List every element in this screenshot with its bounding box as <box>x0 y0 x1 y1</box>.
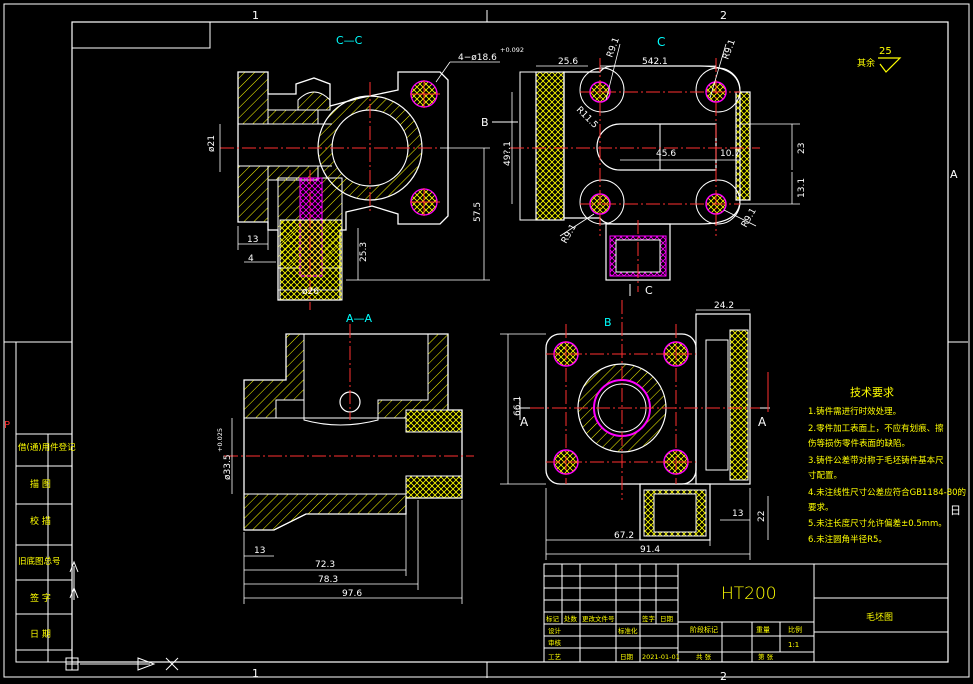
dim-c-r11-5: R11.5 <box>574 105 600 131</box>
section-view-cc: C—C ø21 13 4 ø26 25.3 57.5 4−ø18.6 +0.09… <box>207 34 524 310</box>
dim-aa-13: 13 <box>254 546 265 556</box>
dim-cc-13: 13 <box>247 235 258 245</box>
zone-label-bottom-1: 1 <box>252 667 259 680</box>
technical-requirements: 技术要求 1.铸件需进行时效处理。 2.零件加工表面上，不应有划痕、擦 伤等损伤… <box>808 386 966 545</box>
dim-aa-72-3: 72.3 <box>315 560 335 570</box>
title-row-label: 设计 <box>548 626 562 635</box>
title-date: 2021-01-01 <box>642 653 680 661</box>
tech-req-item: 1.铸件需进行时效处理。 <box>808 406 901 417</box>
title-sheet-total: 共 张 <box>696 652 712 661</box>
dim-b-67-2: 67.2 <box>614 531 634 541</box>
section-view-aa: A—A ø33.5 +0.025 13 72.3 78.3 97.6 <box>216 312 474 604</box>
title-stage-label: 比例 <box>788 625 802 634</box>
title-material: HT200 <box>721 584 777 604</box>
roughness-symbol: 其余 25 <box>857 46 902 73</box>
tech-req-item: 4.未注线性尺寸公差应符合GB1184-80的 <box>808 487 966 498</box>
dim-cc-57-5: 57.5 <box>473 202 483 222</box>
dim-b-13: 13 <box>732 509 743 519</box>
dim-c-r9-1: R9.1 <box>740 207 759 230</box>
title-stage-label: 重量 <box>756 626 770 634</box>
dim-c-23: 23 <box>797 143 807 154</box>
view-title-c: C <box>657 35 665 49</box>
view-b: B A A 24.2 66.1 13 22 67.2 91.4 <box>500 300 770 560</box>
view-marker-b: B <box>481 116 489 129</box>
dim-c-13-1: 13.1 <box>797 178 807 198</box>
tech-req-item: 6.未注圆角半径R5。 <box>808 534 887 545</box>
dim-c-r9-1: R9.1 <box>721 38 737 61</box>
title-header: 更改文件号 <box>582 614 615 623</box>
zone-label-right-b: 日 <box>950 504 961 517</box>
ucs-icon <box>65 560 179 671</box>
zone-label-top-1: 1 <box>252 9 259 22</box>
left-strip-label: 借(通)用件登记 <box>18 442 76 453</box>
left-strip-label: 日 期 <box>30 629 51 640</box>
tech-req-item: 寸配置。 <box>808 470 842 481</box>
left-strip <box>15 341 73 663</box>
title-row-label: 审核 <box>548 638 562 647</box>
drawing-frame <box>3 3 970 678</box>
tech-req-item: 5.未注长度尺寸允许偏差±0.5mm。 <box>808 518 947 529</box>
zone-label-right-a: A <box>950 168 958 181</box>
tech-req-item: 伤等损伤零件表面的缺陷。 <box>808 438 910 449</box>
dim-c-54-1: 542.1 <box>642 57 668 67</box>
tech-req-item: 2.零件加工表面上，不应有划痕、擦 <box>808 423 944 434</box>
title-row-label: 标准化 <box>618 626 638 635</box>
view-marker-a-right: A <box>758 415 767 429</box>
title-header: 处数 <box>564 614 578 623</box>
tech-req-item: 3.铸件公差带对称于毛坯铸件基本尺 <box>808 455 944 466</box>
roughness-value: 25 <box>879 46 892 57</box>
title-header: 签字 <box>642 614 656 623</box>
cad-drawing: 1 2 1 2 A 日 P 借(通)用件登记 描 图 校 描 旧底图总号 签 字… <box>3 3 970 683</box>
dim-c-49-1: 49?.1 <box>503 141 513 166</box>
tech-req-title: 技术要求 <box>850 386 894 399</box>
title-drawing-name: 毛坯图 <box>866 611 893 623</box>
title-scale: 1:1 <box>788 641 799 649</box>
title-stage-label: 阶段标记 <box>690 625 718 634</box>
left-strip-label: 签 字 <box>30 592 51 604</box>
title-row-label: 工艺 <box>548 653 562 661</box>
view-title-b: B <box>604 316 612 329</box>
dim-b-66-1: 66.1 <box>513 396 523 416</box>
zone-label-bottom-2: 2 <box>720 670 727 683</box>
dim-b-24-2: 24.2 <box>714 301 734 311</box>
left-strip-label: 旧底图总号 <box>18 556 61 567</box>
dim-aa-78-3: 78.3 <box>318 575 338 585</box>
dim-cc-d21: ø21 <box>207 135 217 152</box>
dim-aa-d33-5: ø33.5 <box>223 454 233 480</box>
dim-cc-holes-tol: +0.092 <box>500 46 524 54</box>
title-header: 标记 <box>546 614 560 623</box>
left-strip-label: 描 图 <box>30 478 51 490</box>
view-c: C B C 25.6 542.1 49?.1 45.6 10.7 23 13.1… <box>481 35 807 297</box>
zone-label-left-p: P <box>4 420 10 431</box>
dim-aa-97-6: 97.6 <box>342 589 362 599</box>
title-row-label: 日期 <box>620 653 634 661</box>
dim-cc-holes: 4−ø18.6 <box>458 53 497 63</box>
roughness-label: 其余 <box>857 57 875 69</box>
view-marker-c-bottom: C <box>645 284 653 297</box>
dim-b-91-4: 91.4 <box>640 545 660 555</box>
zone-ticks <box>4 10 968 678</box>
view-title-aa: A—A <box>346 312 373 325</box>
dim-cc-d26: ø26 <box>302 287 319 297</box>
dim-cc-4: 4 <box>248 254 254 264</box>
dim-cc-25-3: 25.3 <box>359 242 369 262</box>
dim-c-10-7: 10.7 <box>720 149 740 159</box>
dim-c-r9-1: R9.1 <box>560 223 579 246</box>
dim-c-25-6: 25.6 <box>558 57 578 67</box>
title-header: 日期 <box>660 615 674 623</box>
zone-label-top-2: 2 <box>720 9 727 22</box>
view-marker-a-left: A <box>520 415 529 429</box>
dim-b-22: 22 <box>757 511 767 522</box>
title-sheet-num: 第 张 <box>758 652 774 661</box>
view-title-cc: C—C <box>336 34 363 47</box>
left-strip-label: 校 描 <box>30 515 51 527</box>
dim-aa-d33-5-tol: +0.025 <box>216 428 224 452</box>
dim-c-45-6: 45.6 <box>656 149 676 159</box>
tech-req-item: 要求。 <box>808 502 834 513</box>
